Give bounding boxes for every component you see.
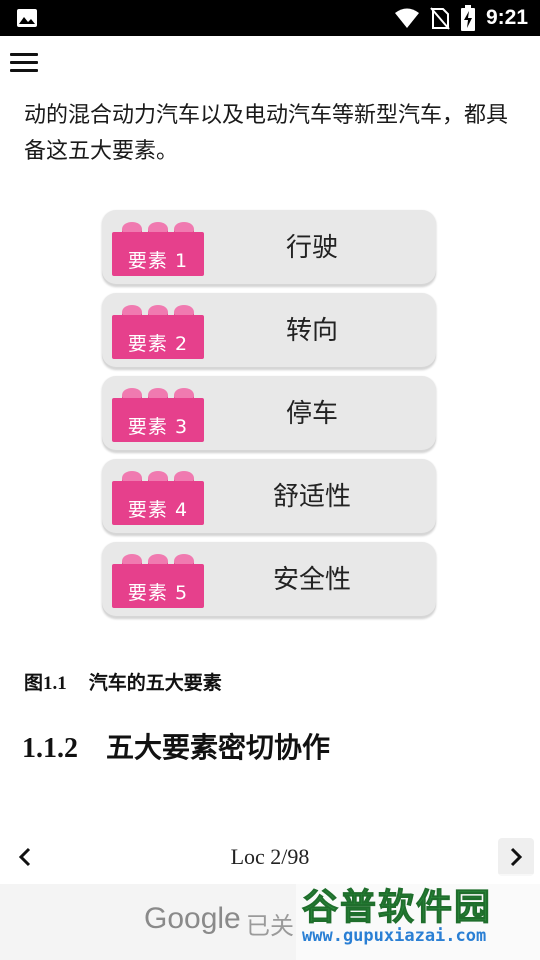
- section-heading: 1.1.2 五大要素密切协作: [22, 726, 330, 766]
- section-number: 1.1.2: [22, 733, 78, 764]
- reader-content[interactable]: 动的混合动力汽车以及电动汽车等新型汽车，都具备这五大要素。 要素 1 行驶 要素…: [0, 90, 540, 830]
- no-sim-icon: [430, 7, 450, 30]
- ad-status-text: 已关: [246, 912, 294, 940]
- hamburger-menu-icon[interactable]: [10, 50, 38, 74]
- element-name: 转向: [285, 316, 338, 346]
- element-row-1: 要素 1 行驶: [102, 210, 436, 286]
- element-name: 舒适性: [272, 482, 351, 512]
- figure-caption: 图1.1 汽车的五大要素: [24, 668, 222, 695]
- status-time: 9:21: [485, 6, 528, 29]
- chevron-right-icon: [510, 847, 523, 867]
- caption-number: 图1.1: [24, 673, 67, 694]
- lego-brick: 要素 1: [112, 222, 208, 276]
- element-name: 停车: [285, 399, 338, 429]
- watermark-url: www.gupuxiazai.com: [302, 926, 487, 946]
- previous-page-button[interactable]: [8, 840, 42, 874]
- wifi-icon: [394, 8, 419, 28]
- lego-brick: 要素 4: [112, 471, 208, 525]
- element-row-4: 要素 4 舒适性: [102, 459, 436, 535]
- element-label: 要素 3: [127, 416, 189, 438]
- body-paragraph: 动的混合动力汽车以及电动汽车等新型汽车，都具备这五大要素。: [24, 103, 509, 164]
- app-bar: [0, 36, 540, 90]
- element-label: 要素 4: [127, 499, 189, 521]
- lego-brick: 要素 3: [112, 388, 208, 442]
- chevron-left-icon: [18, 847, 31, 867]
- lego-brick: 要素 2: [112, 305, 208, 359]
- element-name: 行驶: [285, 233, 338, 263]
- status-bar: 9:21: [0, 0, 540, 36]
- battery-charging-icon: [460, 5, 475, 31]
- element-label: 要素 1: [127, 250, 189, 272]
- page-navigation: Loc 2/98: [0, 836, 540, 878]
- site-watermark: 谷普软件园 www.gupuxiazai.com: [296, 874, 540, 960]
- element-row-5: 要素 5 安全性: [102, 542, 436, 618]
- element-label: 要素 2: [127, 333, 189, 355]
- location-indicator: Loc 2/98: [230, 844, 310, 869]
- element-label: 要素 5: [127, 582, 189, 604]
- watermark-title: 谷普软件园: [301, 887, 493, 929]
- section-title: 五大要素密切协作: [106, 731, 331, 764]
- lego-brick: 要素 5: [112, 554, 208, 608]
- element-name: 安全性: [272, 565, 351, 595]
- element-row-2: 要素 2 转向: [102, 293, 436, 369]
- element-row-3: 要素 3 停车: [102, 376, 436, 452]
- ad-brand: Google: [144, 902, 241, 935]
- image-icon: [17, 9, 37, 27]
- next-page-button[interactable]: [498, 838, 534, 876]
- five-elements-figure: 要素 1 行驶 要素 2 转向 要素 3 停车 要素 4 舒适性 要素 5 安全…: [102, 210, 436, 625]
- caption-text: 汽车的五大要素: [88, 672, 222, 694]
